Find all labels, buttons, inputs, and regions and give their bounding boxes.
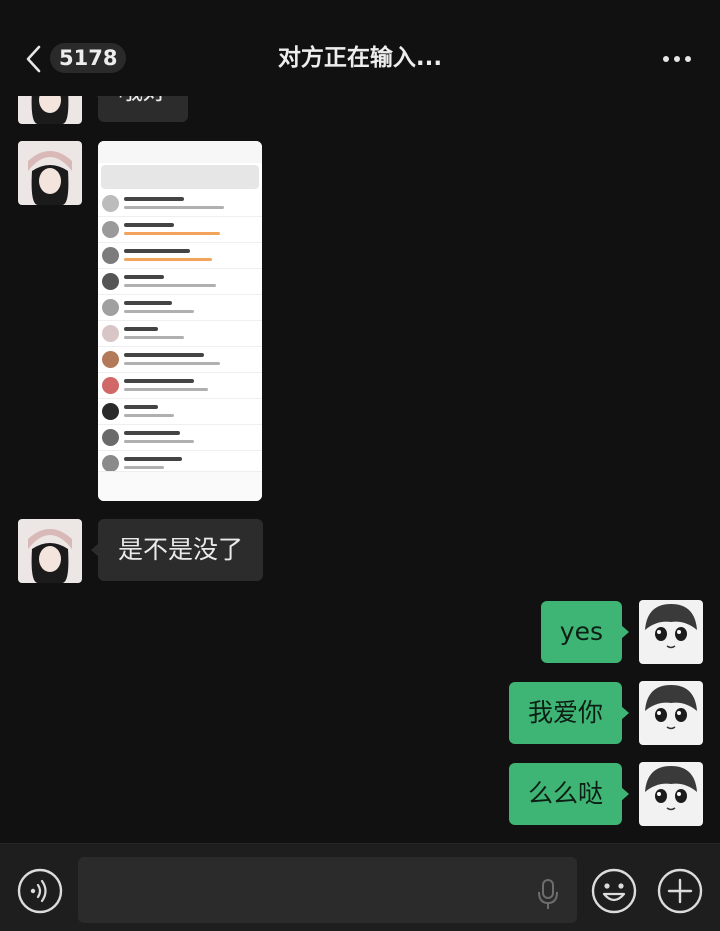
message-bubble[interactable]: 么么哒	[508, 763, 630, 825]
my-avatar[interactable]	[639, 681, 703, 745]
screenshot-notification	[101, 165, 259, 189]
screenshot-row	[98, 191, 262, 217]
screenshot-row	[98, 347, 262, 373]
emoji-icon[interactable]	[591, 868, 637, 914]
plus-icon[interactable]	[657, 868, 703, 914]
image-message[interactable]	[98, 141, 262, 501]
chat-title: 对方正在输入...	[277, 45, 443, 71]
screenshot-tab-bar	[98, 471, 262, 501]
screenshot-row	[98, 425, 262, 451]
message-bubble[interactable]: 我爱你	[508, 682, 630, 744]
message-input[interactable]	[78, 857, 577, 923]
screenshot-row	[98, 217, 262, 243]
my-avatar[interactable]	[639, 600, 703, 664]
screenshot-status-bar	[98, 141, 262, 163]
screenshot-row	[98, 321, 262, 347]
screenshot-row	[98, 295, 262, 321]
input-bar	[0, 843, 720, 931]
chat-header: 5178 对方正在输入...	[0, 0, 720, 96]
message-bubble[interactable]: yes	[540, 601, 630, 663]
contact-avatar[interactable]	[18, 519, 82, 583]
message-bubble[interactable]: 是不是没了	[90, 519, 264, 581]
screenshot-row	[98, 243, 262, 269]
my-avatar[interactable]	[639, 762, 703, 826]
screenshot-row	[98, 373, 262, 399]
screenshot-row	[98, 269, 262, 295]
voice-icon[interactable]	[17, 868, 63, 914]
screenshot-row	[98, 399, 262, 425]
contact-avatar[interactable]	[18, 141, 82, 205]
more-icon[interactable]	[662, 55, 692, 63]
microphone-icon[interactable]	[537, 878, 559, 910]
